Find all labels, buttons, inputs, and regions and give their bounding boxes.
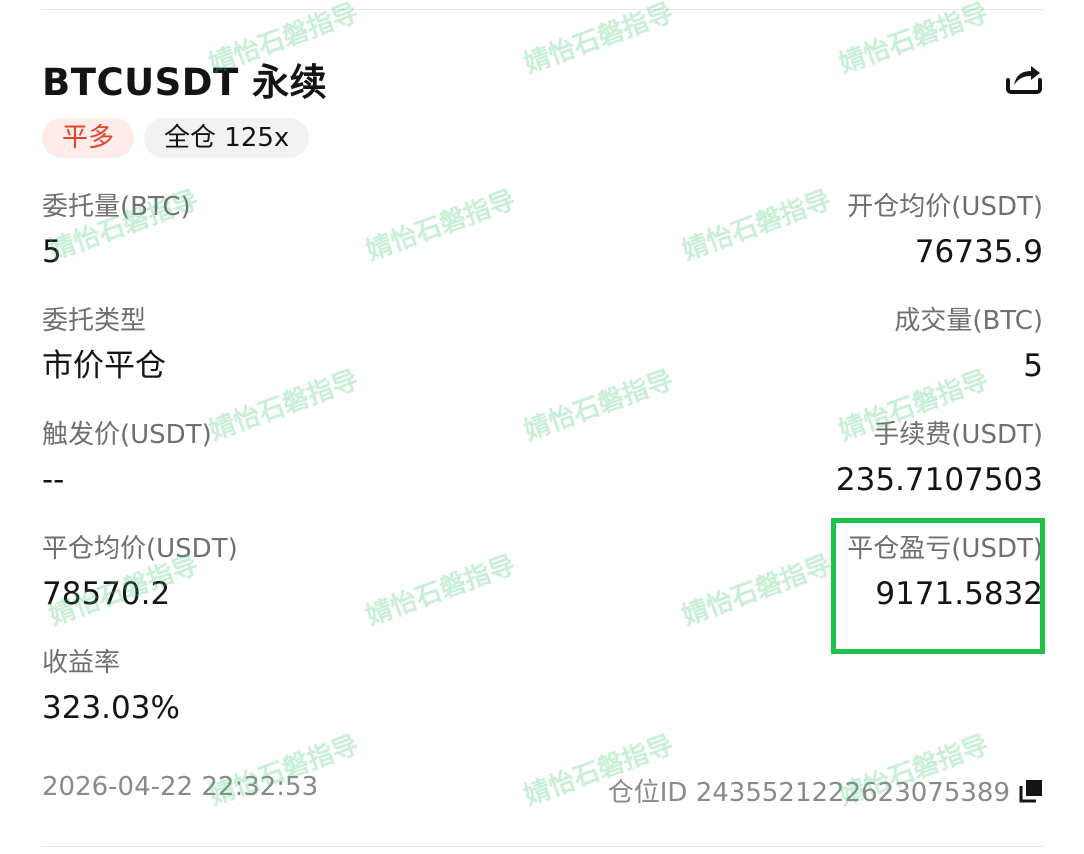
watermark: 婧怡石磐指导	[678, 185, 836, 267]
fee-label: 手续费(USDT)	[873, 420, 1043, 450]
position-id-row: 仓位ID 2435521222623075389	[608, 772, 1044, 809]
watermark: 婧怡石磐指导	[362, 185, 520, 267]
roi-field: 收益率 323.03%	[42, 646, 180, 728]
copy-icon	[1019, 779, 1042, 802]
tag-row: 平多 全仓 125x	[42, 118, 310, 158]
watermark: 婧怡石磐指导	[678, 550, 836, 632]
page-title: BTCUSDT 永续	[42, 61, 328, 104]
title-row: BTCUSDT 永续	[42, 52, 1044, 104]
order-qty-field: 委托量(BTC) 5	[42, 190, 191, 272]
filled-qty-field: 成交量(BTC) 5	[894, 304, 1043, 386]
close-pnl-value: 9171.5832	[875, 576, 1043, 612]
filled-qty-value: 5	[1023, 348, 1043, 384]
open-avg-price-label: 开仓均价(USDT)	[847, 192, 1043, 222]
close-avg-price-value: 78570.2	[42, 576, 171, 612]
side-badge: 平多	[42, 118, 135, 158]
share-icon	[1006, 66, 1042, 94]
roi-label: 收益率	[42, 648, 121, 678]
order-timestamp: 2026-04-22 22:32:53	[42, 772, 319, 802]
filled-qty-label: 成交量(BTC)	[894, 306, 1043, 336]
trigger-price-label: 触发价(USDT)	[42, 420, 212, 450]
close-avg-price-label: 平仓均价(USDT)	[42, 534, 238, 564]
order-type-label: 委托类型	[42, 306, 147, 336]
trigger-price-value: --	[42, 462, 65, 498]
margin-leverage-badge: 全仓 125x	[144, 118, 310, 158]
share-button[interactable]	[1004, 58, 1044, 98]
position-id-text: 仓位ID 2435521222623075389	[607, 778, 1010, 808]
copy-position-id-button[interactable]	[1018, 778, 1044, 804]
trigger-price-field: 触发价(USDT) --	[42, 418, 212, 500]
watermark: 婧怡石磐指导	[362, 550, 520, 632]
fee-value: 235.7107503	[835, 462, 1043, 498]
roi-value: 323.03%	[42, 690, 180, 726]
close-avg-price-field: 平仓均价(USDT) 78570.2	[42, 532, 238, 614]
fee-field: 手续费(USDT) 235.7107503	[836, 418, 1043, 500]
watermark: 婧怡石磐指导	[520, 365, 678, 447]
open-avg-price-value: 76735.9	[914, 234, 1043, 270]
order-qty-label: 委托量(BTC)	[42, 192, 191, 222]
order-qty-value: 5	[42, 234, 62, 270]
open-avg-price-field: 开仓均价(USDT) 76735.9	[847, 190, 1043, 272]
close-pnl-field: 平仓盈亏(USDT) 9171.5832	[847, 532, 1043, 614]
order-type-field: 委托类型 市价平仓	[42, 304, 166, 386]
order-type-value: 市价平仓	[42, 348, 166, 384]
close-pnl-label: 平仓盈亏(USDT)	[847, 534, 1043, 564]
watermark: 婧怡石磐指导	[205, 365, 363, 447]
bottom-divider	[42, 846, 1044, 847]
top-divider	[42, 9, 1044, 10]
